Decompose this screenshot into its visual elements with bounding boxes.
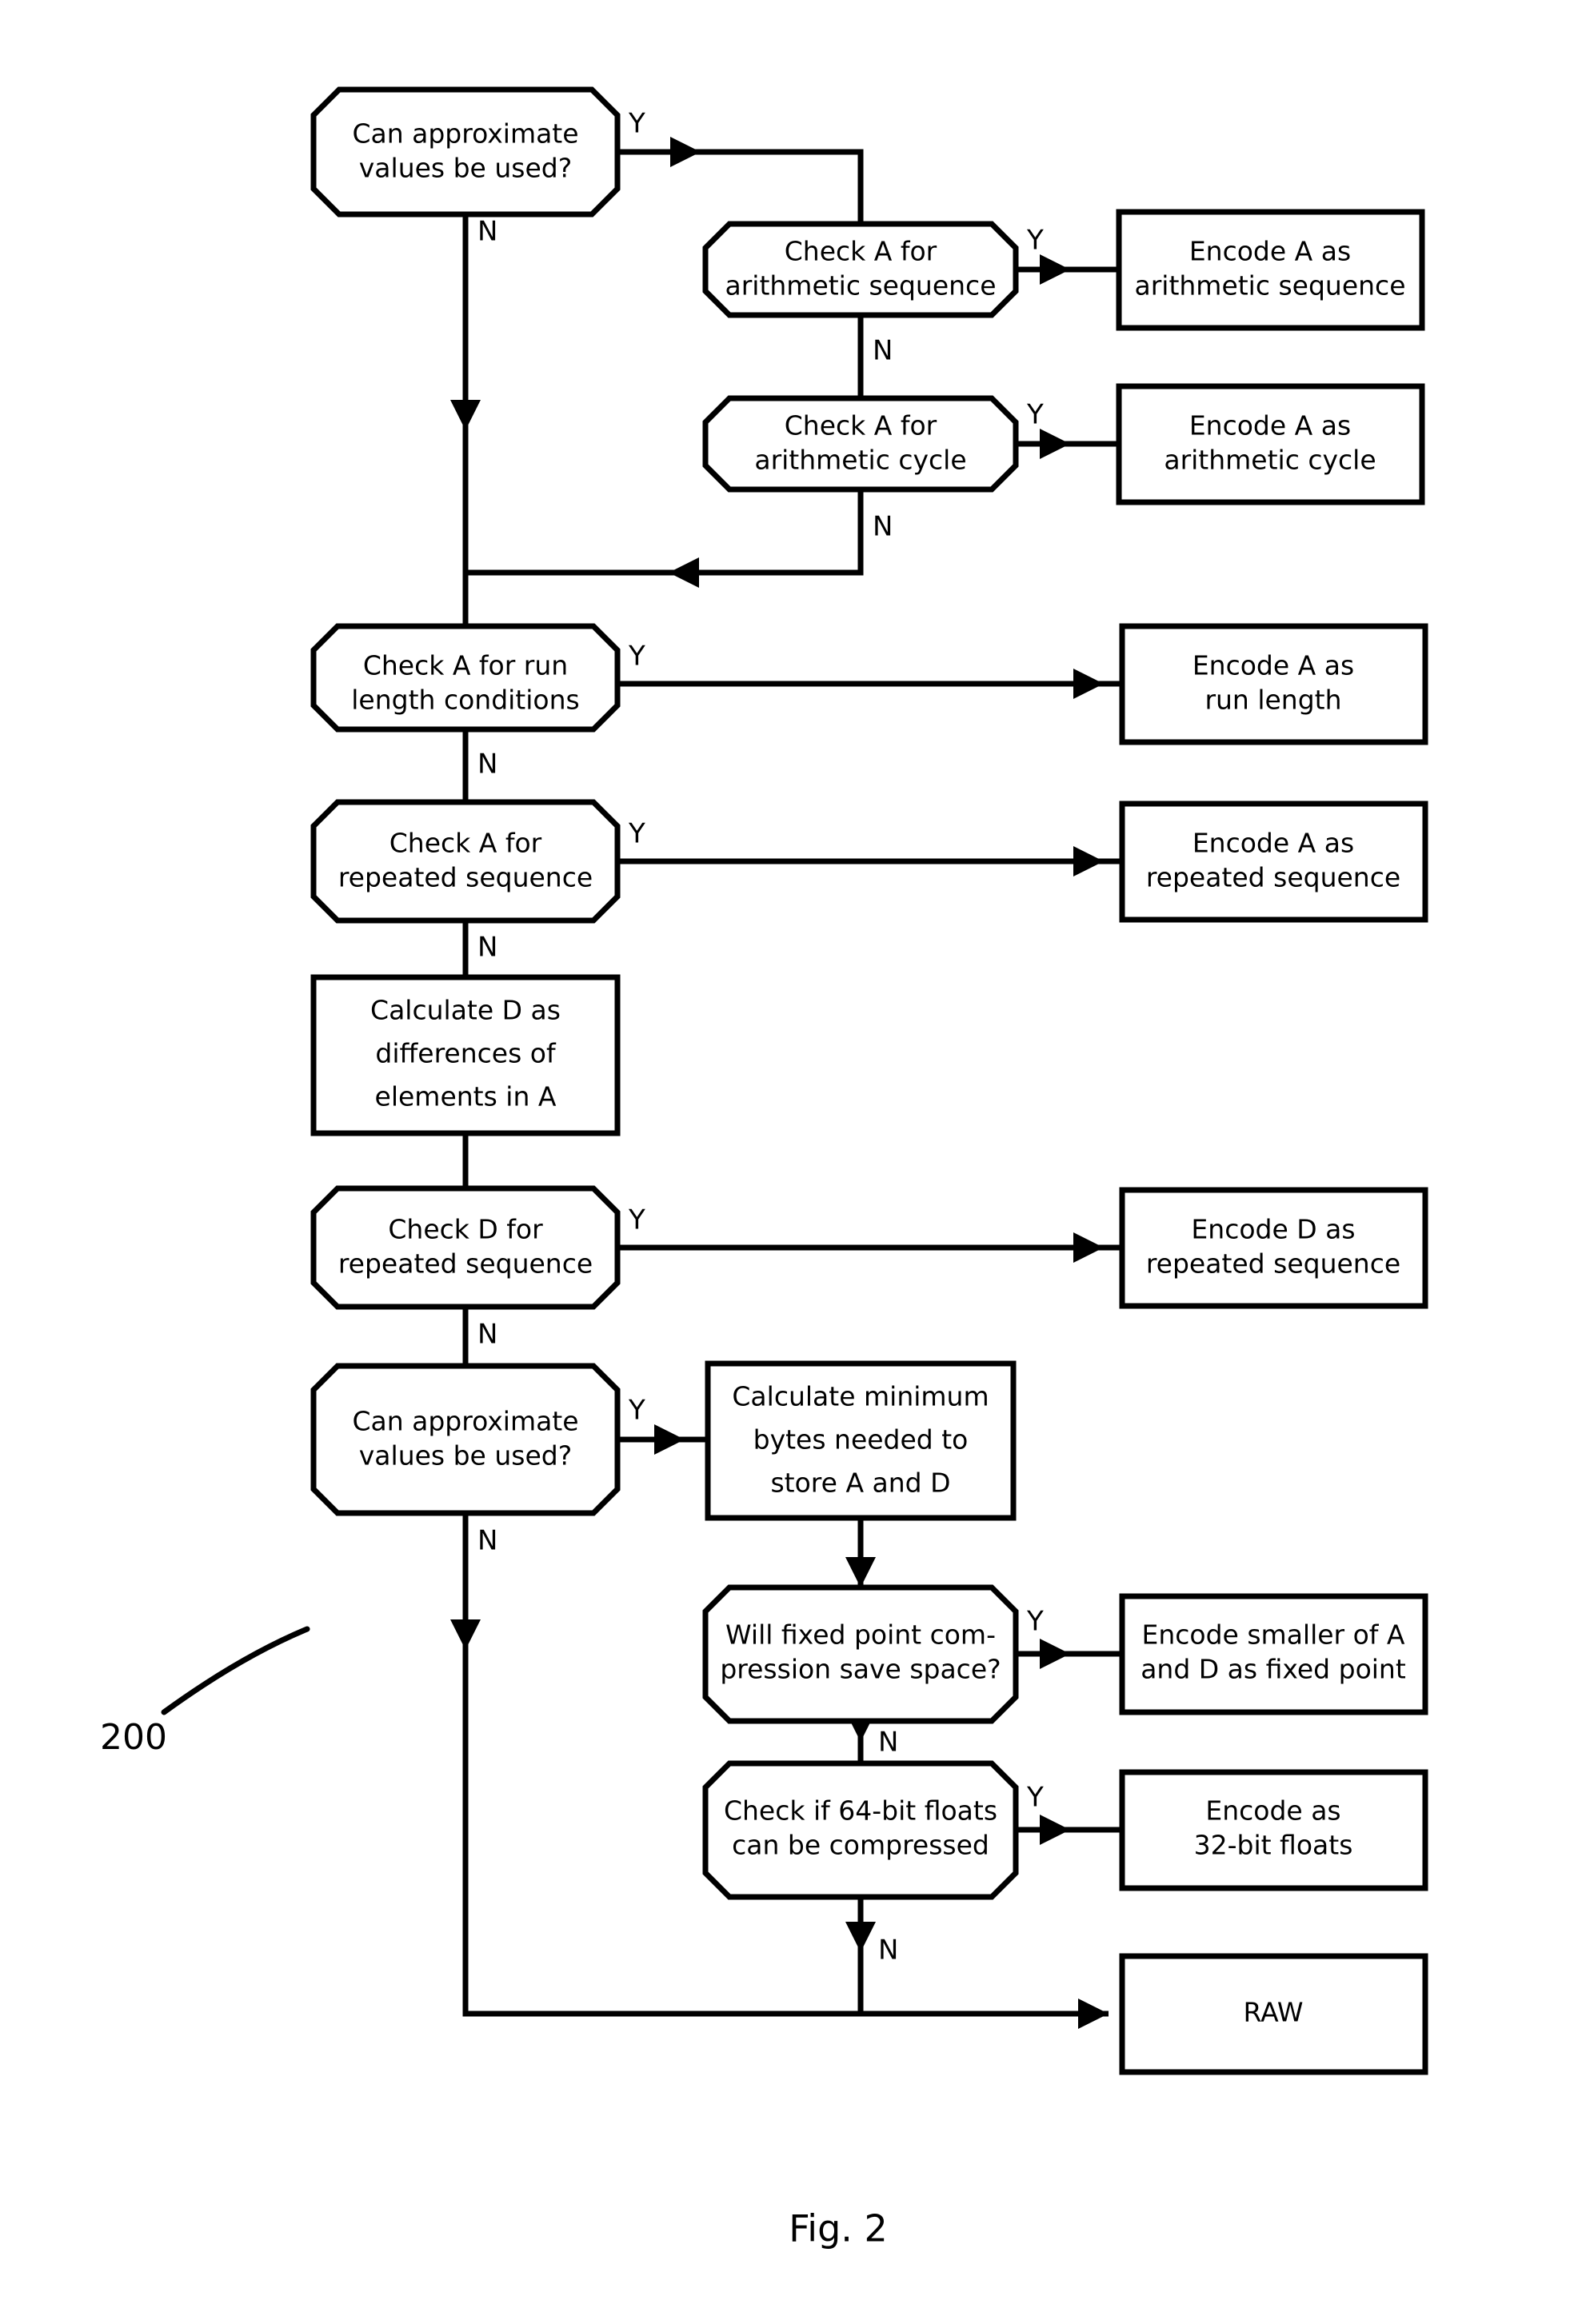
node-label-line: repeated sequence	[1146, 862, 1400, 893]
node-label-line: length conditions	[351, 685, 579, 716]
reference-leader-line	[161, 1626, 310, 1715]
branch-label-no: N	[878, 1727, 898, 1759]
node-label-line: Encode smaller of A	[1142, 1619, 1405, 1651]
branch-label-no: N	[873, 511, 893, 543]
branch-label-no: N	[477, 932, 497, 964]
node-label-line: repeated sequence	[338, 1248, 593, 1280]
node-label-line: Encode D as	[1191, 1214, 1355, 1245]
node-label-line: repeated sequence	[1146, 1248, 1400, 1280]
node-label-line: arithmetic sequence	[725, 270, 996, 301]
node-label-line: Check A for	[785, 236, 937, 267]
node-encode-smaller-fixed-point[interactable]: Encode smaller of A and D as fixed point	[1119, 1593, 1428, 1715]
arrowhead-floats-no	[845, 1922, 876, 1952]
node-label-line: and D as fixed point	[1141, 1654, 1406, 1685]
node-encode-a-arith-cycle[interactable]: Encode A as arithmetic cycle	[1116, 383, 1425, 505]
node-check-64bit-floats[interactable]: Check if 64-bit floats can be compressed	[702, 1760, 1019, 1900]
node-label-line: values be used?	[359, 1440, 572, 1471]
arrowhead-drepeated-yes	[1073, 1232, 1104, 1263]
node-label-line: Encode A as	[1192, 650, 1354, 681]
node-label-line: bytes needed to	[753, 1424, 969, 1455]
branch-label-yes: Y	[628, 1204, 645, 1236]
node-label-line: Will fixed point com-	[725, 1619, 996, 1651]
node-label-line: Can approximate	[352, 1406, 578, 1437]
branch-label-yes: Y	[1026, 1606, 1044, 1638]
node-label-line: values be used?	[359, 153, 572, 184]
node-encode-a-arith-seq[interactable]: Encode A as arithmetic sequence	[1116, 209, 1425, 331]
node-check-d-repeated-seq[interactable]: Check D for repeated sequence	[310, 1185, 621, 1310]
branch-label-no: N	[477, 216, 497, 248]
node-calculate-d[interactable]: Calculate D as differences of elements i…	[310, 974, 621, 1136]
node-label-line: repeated sequence	[338, 862, 593, 893]
arrowhead-fixedpoint-yes	[1040, 1639, 1070, 1669]
arrowhead-runlength-yes	[1073, 669, 1104, 699]
node-label-line: can be compressed	[732, 1830, 989, 1861]
node-encode-a-run-length[interactable]: Encode A as run length	[1119, 623, 1428, 745]
arrowhead-arithcycle-no-merge	[669, 557, 699, 588]
arrowhead-spine-lower	[450, 1619, 481, 1650]
arrowhead-arithseq-yes	[1040, 254, 1070, 285]
arrowhead-floats-yes	[1040, 1815, 1070, 1845]
node-label-line: Check A for run	[363, 650, 568, 681]
node-label-line: Check D for	[388, 1214, 543, 1245]
node-will-fixed-point-save[interactable]: Will fixed point com- pression save spac…	[702, 1584, 1019, 1724]
connector-arithcycle-no	[465, 489, 864, 576]
branch-label-yes: Y	[628, 108, 645, 140]
branch-label-yes: Y	[628, 641, 645, 673]
branch-label-no: N	[878, 1935, 898, 1967]
node-can-approx-2[interactable]: Can approximate values be used?	[310, 1363, 621, 1516]
node-label-line: Encode A as	[1189, 410, 1351, 441]
node-check-a-arith-seq[interactable]: Check A for arithmetic sequence	[702, 221, 1019, 318]
node-label-line: Calculate minimum	[732, 1381, 989, 1412]
node-calculate-min-bytes[interactable]: Calculate minimum bytes needed to store …	[705, 1360, 1017, 1521]
node-label-line: Can approximate	[352, 118, 578, 150]
node-label-line: store A and D	[770, 1467, 950, 1499]
arrowhead-into-raw	[1078, 1999, 1109, 2029]
node-check-a-run-length[interactable]: Check A for run length conditions	[310, 623, 621, 733]
branch-label-yes: Y	[1026, 1782, 1044, 1814]
node-label-line: Check if 64-bit floats	[724, 1795, 997, 1827]
arrowhead-arithcycle-yes	[1040, 429, 1070, 459]
node-check-a-arith-cycle[interactable]: Check A for arithmetic cycle	[702, 395, 1019, 493]
node-can-approx-1[interactable]: Can approximate values be used?	[310, 86, 621, 218]
branch-label-yes: Y	[628, 1395, 645, 1427]
arrowhead-spine-upper	[450, 400, 481, 430]
flowchart-canvas: Can approximate values be used? Y N Chec…	[100, 86, 1428, 2250]
branch-label-no: N	[477, 1525, 497, 1557]
branch-label-no: N	[477, 749, 497, 781]
node-encode-32bit-floats[interactable]: Encode as 32-bit floats	[1119, 1769, 1428, 1891]
node-label-line: arithmetic cycle	[754, 445, 966, 476]
node-label-line: Check A for	[785, 410, 937, 441]
arrowhead-approx1-yes	[670, 137, 701, 167]
arrowhead-approx2-yes	[654, 1424, 685, 1455]
node-raw[interactable]: RAW	[1119, 1953, 1428, 2075]
node-label-line: arithmetic cycle	[1164, 445, 1376, 476]
node-label-line: pression save space?	[720, 1654, 1001, 1685]
branch-label-yes: Y	[1026, 225, 1044, 257]
node-check-a-repeated-seq[interactable]: Check A for repeated sequence	[310, 799, 621, 924]
branch-label-no: N	[873, 335, 893, 367]
node-label-line: Encode A as	[1192, 828, 1354, 859]
node-label-line: Check A for	[390, 828, 542, 859]
branch-label-yes: Y	[628, 818, 645, 850]
node-label-line: 32-bit floats	[1194, 1830, 1353, 1861]
connector-approx1-yes	[617, 149, 864, 224]
node-label-line: Calculate D as	[370, 995, 561, 1026]
node-encode-a-repeated-seq[interactable]: Encode A as repeated sequence	[1119, 801, 1428, 923]
node-label-line: Encode as	[1205, 1795, 1340, 1827]
node-label-line: RAW	[1244, 1997, 1304, 2028]
arrowhead-minbytes-down	[845, 1557, 876, 1587]
arrowhead-arepeated-yes	[1073, 846, 1104, 876]
node-label-line: arithmetic sequence	[1134, 270, 1405, 301]
node-label-line: differences of	[375, 1038, 557, 1069]
node-label-line: run length	[1204, 685, 1341, 716]
branch-label-no: N	[477, 1319, 497, 1351]
branch-label-yes: Y	[1026, 399, 1044, 431]
node-label-line: elements in A	[375, 1081, 557, 1112]
node-label-line: Encode A as	[1189, 236, 1351, 267]
figure-caption: Fig. 2	[789, 2207, 888, 2250]
figure-200-flowchart: Can approximate values be used? Y N Chec…	[0, 0, 1590, 2324]
reference-numeral: 200	[100, 1717, 167, 1758]
node-encode-d-repeated-seq[interactable]: Encode D as repeated sequence	[1119, 1187, 1428, 1309]
